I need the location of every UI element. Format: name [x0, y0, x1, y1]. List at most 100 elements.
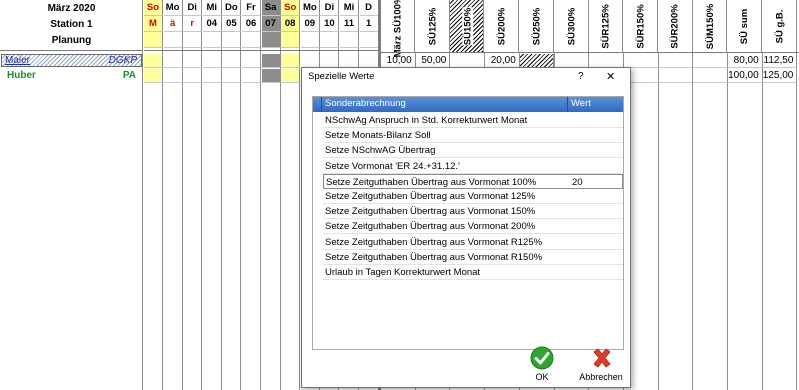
shift-cell[interactable] [163, 54, 183, 68]
list-item[interactable]: Setze Zeitguthaben Übertrag aus Vormonat… [323, 219, 623, 235]
plan-cell[interactable] [261, 32, 281, 48]
summary-column-header[interactable]: März SÜ100% [381, 0, 415, 57]
plan-cell[interactable] [202, 32, 222, 48]
help-icon[interactable]: ? [578, 71, 584, 82]
summary-column-header[interactable]: SÜ sum [728, 0, 762, 52]
summary-value-cell[interactable]: 80,00 [728, 54, 763, 68]
summary-column-header[interactable]: SÜ g.B. [763, 0, 797, 52]
close-icon[interactable]: ✕ [606, 70, 615, 83]
plan-cell[interactable] [222, 32, 242, 48]
summary-value-cell[interactable] [554, 54, 590, 68]
summary-value-cell[interactable]: 50,00 [415, 54, 451, 68]
employee-row-huber[interactable]: Huber PA [1, 69, 142, 82]
day-of-week: Di [183, 0, 203, 16]
column-header-name[interactable]: Sonderabrechnung [325, 98, 406, 109]
list-item[interactable]: Setze Zeitguthaben Übertrag aus Vormonat… [323, 235, 623, 250]
shift-cell[interactable] [202, 69, 222, 83]
day-number: 10 [320, 16, 340, 32]
shift-cell[interactable] [183, 69, 203, 83]
day-number: ä [163, 16, 183, 32]
summary-value-cell[interactable] [589, 54, 624, 68]
column-title: SÜ125% [427, 7, 439, 45]
summary-column-header[interactable]: SÜM150% [693, 0, 728, 52]
employee-role: DGKP [108, 55, 137, 66]
summary-column-header[interactable]: SÜ200% [485, 0, 520, 52]
summary-column-header[interactable]: SÜ125% [416, 0, 450, 52]
list-item[interactable]: Setze Zeitguthaben Übertrag aus Vormonat… [323, 173, 623, 189]
shift-cell[interactable] [281, 54, 301, 68]
plan-cell[interactable] [242, 32, 261, 48]
summary-value-cell[interactable] [693, 54, 728, 68]
shift-cell[interactable] [320, 54, 340, 68]
plan-cell[interactable] [340, 32, 359, 48]
list-item[interactable]: Urlaub in Tagen Korrekturwert Monat [323, 265, 623, 280]
employee-role: PA [122, 70, 136, 81]
plan-cell[interactable] [359, 32, 379, 48]
summary-value-cell[interactable] [658, 69, 694, 83]
summary-value-cell[interactable]: 100,00 [728, 69, 763, 83]
summary-column-header[interactable]: SÜR200% [659, 0, 693, 52]
column-label: März SÜ100% [381, 0, 415, 57]
summary-value-cell[interactable] [693, 69, 728, 83]
shift-cell[interactable] [144, 54, 163, 68]
list-item[interactable]: Setze Zeitguthaben Übertrag aus Vormonat… [323, 189, 623, 204]
column-label: SÜ sum [728, 0, 762, 52]
summary-value-cell[interactable] [450, 54, 486, 68]
item-name: Setze Zeitguthaben Übertrag aus Vormonat… [325, 191, 536, 202]
shift-cell[interactable] [359, 54, 379, 68]
shift-cell[interactable] [242, 69, 261, 83]
shift-cell[interactable] [183, 54, 203, 68]
plan-cell[interactable] [281, 32, 301, 48]
list-item[interactable]: Setze Vormonat 'ER 24.+31.12.' [323, 159, 623, 174]
summary-column-header[interactable]: SÜR150% [624, 0, 658, 52]
shift-cell[interactable] [261, 54, 281, 68]
cancel-button[interactable]: Abbrechen [578, 346, 628, 386]
item-value: 20 [572, 176, 583, 188]
list-item[interactable]: Setze Zeitguthaben Übertrag aus Vormonat… [323, 250, 623, 265]
summary-value-cell[interactable]: 125,00 [762, 69, 798, 83]
summary-value-cell[interactable] [623, 54, 659, 68]
header-divider [321, 97, 322, 112]
list-item[interactable]: Setze NSchwAG Übertrag [323, 143, 623, 159]
column-header-value[interactable]: Wert [571, 98, 591, 109]
special-values-list[interactable]: Sonderabrechnung Wert NSchwAg Anspruch i… [312, 96, 624, 350]
column-title: SÜM150% [704, 3, 716, 49]
summary-column-header[interactable]: SÜ150% [450, 0, 485, 52]
shift-cell[interactable] [281, 69, 301, 83]
employee-row-maier[interactable]: Maier DGKP [1, 54, 142, 67]
shift-cell[interactable] [261, 69, 281, 83]
column-divider [761, 52, 763, 390]
item-name: Urlaub in Tagen Korrekturwert Monat [325, 267, 481, 278]
list-item[interactable]: Setze Zeitguthaben Übertrag aus Vormonat… [323, 204, 623, 220]
shift-cell[interactable] [300, 54, 320, 68]
column-title: SÜ250% [531, 7, 543, 45]
summary-value-cell[interactable]: 112,50 [762, 54, 798, 68]
shift-cell[interactable] [202, 54, 222, 68]
item-name: Setze Zeitguthaben Übertrag aus Vormonat… [325, 206, 536, 218]
plan-cell[interactable] [300, 32, 320, 48]
shift-cell[interactable] [242, 54, 261, 68]
list-item[interactable]: NSchwAg Anspruch in Std. Korrekturwert M… [323, 113, 623, 128]
plan-cell[interactable] [183, 32, 203, 48]
shift-cell[interactable] [163, 69, 183, 83]
column-divider [727, 52, 728, 390]
cancel-label: Abbrechen [579, 372, 623, 382]
list-item[interactable]: Setze Monats-Bilanz Soll [323, 128, 623, 144]
plan-cell[interactable] [320, 32, 340, 48]
shift-cell[interactable] [222, 69, 242, 83]
plan-cell[interactable] [144, 32, 163, 48]
summary-column-header[interactable]: SÜ250% [520, 0, 554, 52]
column-title: SÜ200% [496, 7, 508, 45]
ok-button[interactable]: OK [528, 346, 558, 386]
plan-cell[interactable] [163, 32, 183, 48]
summary-value-cell[interactable]: 20,00 [485, 54, 520, 68]
shift-cell[interactable] [222, 54, 242, 68]
summary-value-cell[interactable]: 10,00 [381, 54, 416, 68]
summary-column-header[interactable]: SÜ300% [555, 0, 589, 52]
shift-cell[interactable] [340, 54, 359, 68]
summary-value-cell[interactable] [519, 54, 555, 68]
summary-value-cell[interactable] [658, 54, 694, 68]
column-label: SÜ150% [450, 0, 484, 52]
shift-cell[interactable] [144, 69, 163, 83]
summary-column-header[interactable]: SÜR125% [589, 0, 624, 52]
